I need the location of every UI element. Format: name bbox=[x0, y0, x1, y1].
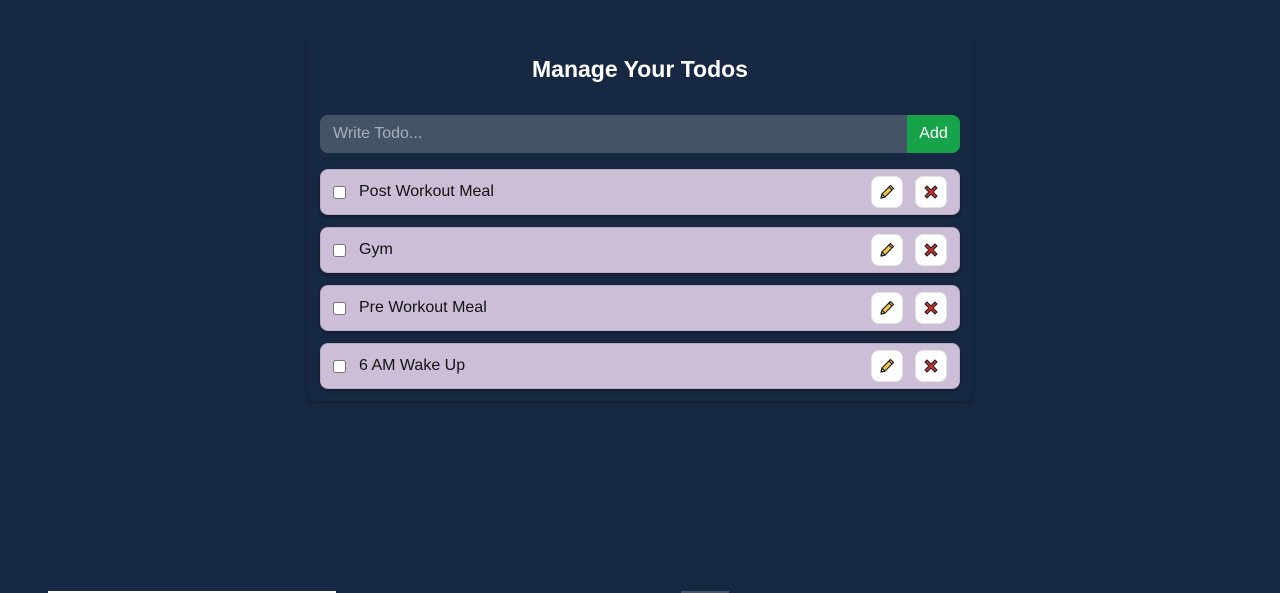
delete-button[interactable] bbox=[915, 350, 947, 382]
pencil-icon bbox=[877, 356, 897, 376]
pencil-icon bbox=[877, 240, 897, 260]
delete-button[interactable] bbox=[915, 234, 947, 266]
cross-mark-icon bbox=[921, 356, 941, 376]
todo-container: Manage Your Todos Add Post Workout Meal bbox=[308, 36, 972, 401]
cross-mark-icon bbox=[921, 298, 941, 318]
pencil-icon bbox=[877, 182, 897, 202]
todo-text: Gym bbox=[359, 241, 393, 258]
cross-mark-icon bbox=[921, 182, 941, 202]
edit-button[interactable] bbox=[871, 234, 903, 266]
delete-button[interactable] bbox=[915, 176, 947, 208]
todo-item: 6 AM Wake Up bbox=[320, 343, 960, 389]
todo-checkbox[interactable] bbox=[333, 359, 346, 373]
todo-item: Pre Workout Meal bbox=[320, 285, 960, 331]
cross-mark-icon bbox=[921, 240, 941, 260]
todo-text: Pre Workout Meal bbox=[359, 299, 487, 316]
todo-form: Add bbox=[320, 115, 960, 153]
todo-checkbox[interactable] bbox=[333, 185, 346, 199]
todo-checkbox[interactable] bbox=[333, 301, 346, 315]
todo-input[interactable] bbox=[320, 115, 907, 153]
delete-button[interactable] bbox=[915, 292, 947, 324]
todo-list: Post Workout Meal Gym Pre Workout Meal 6… bbox=[320, 169, 960, 389]
edit-button[interactable] bbox=[871, 176, 903, 208]
todo-item: Post Workout Meal bbox=[320, 169, 960, 215]
pencil-icon bbox=[877, 298, 897, 318]
add-button[interactable]: Add bbox=[907, 115, 960, 153]
todo-checkbox[interactable] bbox=[333, 243, 346, 257]
edit-button[interactable] bbox=[871, 292, 903, 324]
page-title: Manage Your Todos bbox=[532, 56, 748, 82]
edit-button[interactable] bbox=[871, 350, 903, 382]
todo-text: Post Workout Meal bbox=[359, 183, 494, 200]
todo-item: Gym bbox=[320, 227, 960, 273]
todo-text: 6 AM Wake Up bbox=[359, 357, 466, 374]
todo-app-page: Manage Your Todos Add Post Workout Meal bbox=[0, 0, 1280, 593]
